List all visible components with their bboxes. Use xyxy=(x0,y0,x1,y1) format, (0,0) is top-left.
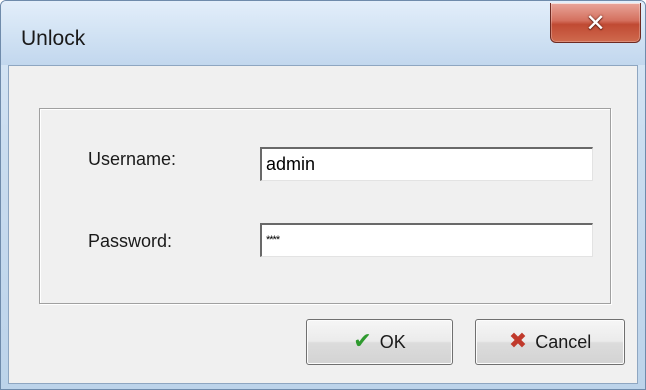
title-bar[interactable]: Unlock ✕ xyxy=(1,1,645,65)
username-label: Username: xyxy=(88,149,177,169)
cancel-button[interactable]: ✖ Cancel xyxy=(475,319,625,365)
ok-button[interactable]: ✔ OK xyxy=(306,319,453,365)
dialog-body: Username: Password: ✔ OK ✖ Cancel xyxy=(8,65,638,384)
window-title: Unlock xyxy=(21,27,86,50)
x-icon: ✖ xyxy=(508,329,528,354)
close-icon: ✕ xyxy=(585,8,606,37)
password-field[interactable] xyxy=(260,223,593,257)
close-button[interactable]: ✕ xyxy=(550,3,641,43)
credentials-group: Username: Password: xyxy=(39,108,611,304)
check-icon: ✔ xyxy=(353,329,372,354)
username-field[interactable] xyxy=(260,147,593,181)
password-label: Password: xyxy=(88,231,173,251)
ok-button-label: OK xyxy=(379,331,406,352)
unlock-dialog: Unlock ✕ Username: Password: ✔ OK ✖ Canc… xyxy=(0,0,646,390)
cancel-button-label: Cancel xyxy=(535,331,592,352)
